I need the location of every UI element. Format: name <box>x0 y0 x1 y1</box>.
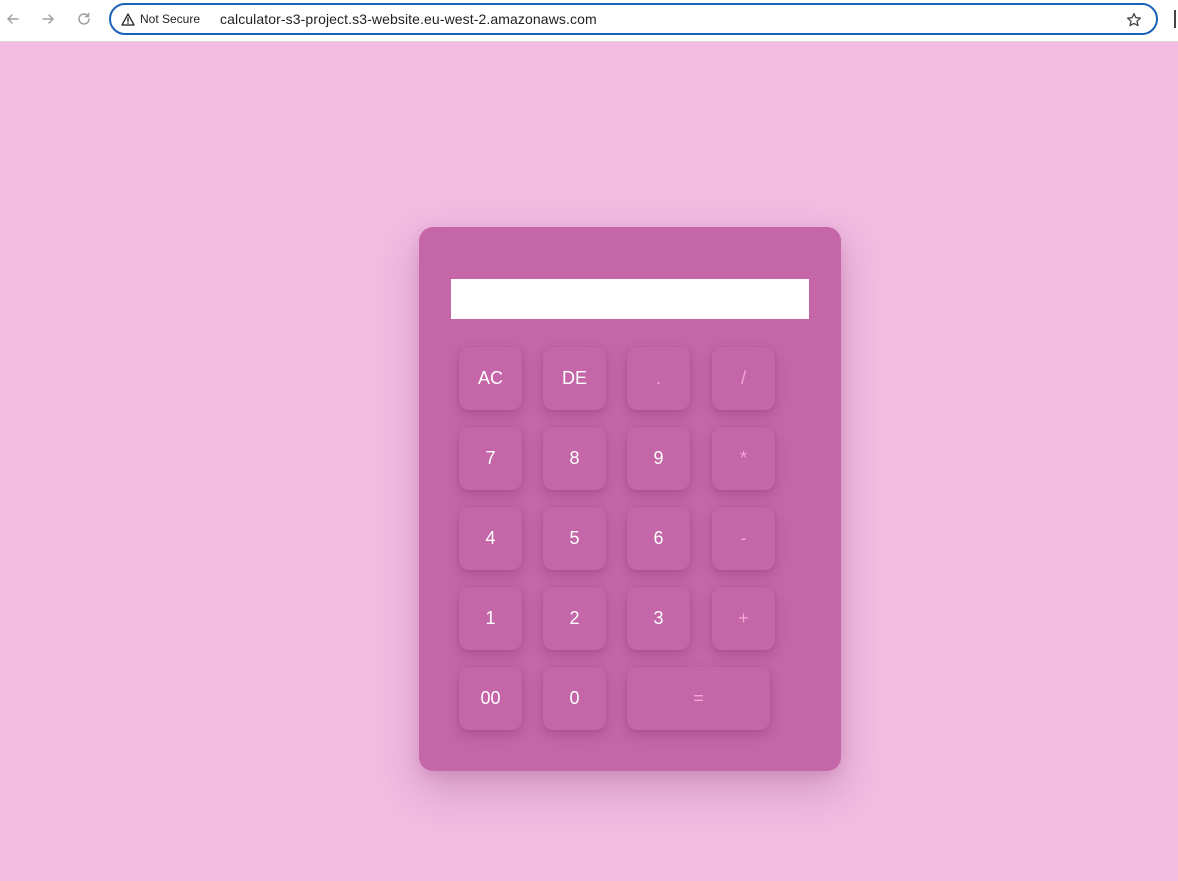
digit-7-button[interactable]: 7 <box>459 427 522 490</box>
toolbar-menu-edge[interactable] <box>1174 10 1178 28</box>
delete-button[interactable]: DE <box>543 347 606 410</box>
browser-toolbar: Not Secure calculator-s3-project.s3-webs… <box>0 0 1178 42</box>
double-zero-button[interactable]: 00 <box>459 667 522 730</box>
all-clear-button[interactable]: AC <box>459 347 522 410</box>
star-icon[interactable] <box>1126 12 1142 28</box>
equals-button[interactable]: = <box>627 667 770 730</box>
calculator-display[interactable] <box>451 279 809 319</box>
address-bar[interactable]: Not Secure calculator-s3-project.s3-webs… <box>109 3 1158 35</box>
divide-button[interactable]: / <box>712 347 775 410</box>
arrow-left-icon[interactable] <box>2 8 24 30</box>
digit-8-button[interactable]: 8 <box>543 427 606 490</box>
digit-6-button[interactable]: 6 <box>627 507 690 570</box>
digit-0-button[interactable]: 0 <box>543 667 606 730</box>
add-button[interactable]: + <box>712 587 775 650</box>
arrow-right-icon[interactable] <box>37 8 59 30</box>
digit-4-button[interactable]: 4 <box>459 507 522 570</box>
multiply-button[interactable]: * <box>712 427 775 490</box>
security-status-label[interactable]: Not Secure <box>140 12 200 26</box>
calculator: AC DE./7 8 9 * 4 5 6-1 2 3 +00 0 = <box>419 227 841 771</box>
digit-3-button[interactable]: 3 <box>627 587 690 650</box>
warning-triangle-icon[interactable] <box>121 13 135 26</box>
digit-1-button[interactable]: 1 <box>459 587 522 650</box>
digit-2-button[interactable]: 2 <box>543 587 606 650</box>
url-text[interactable]: calculator-s3-project.s3-website.eu-west… <box>220 11 597 27</box>
subtract-button[interactable]: - <box>712 507 775 570</box>
digit-5-button[interactable]: 5 <box>543 507 606 570</box>
reload-icon[interactable] <box>73 8 95 30</box>
digit-9-button[interactable]: 9 <box>627 427 690 490</box>
decimal-button[interactable]: . <box>627 347 690 410</box>
